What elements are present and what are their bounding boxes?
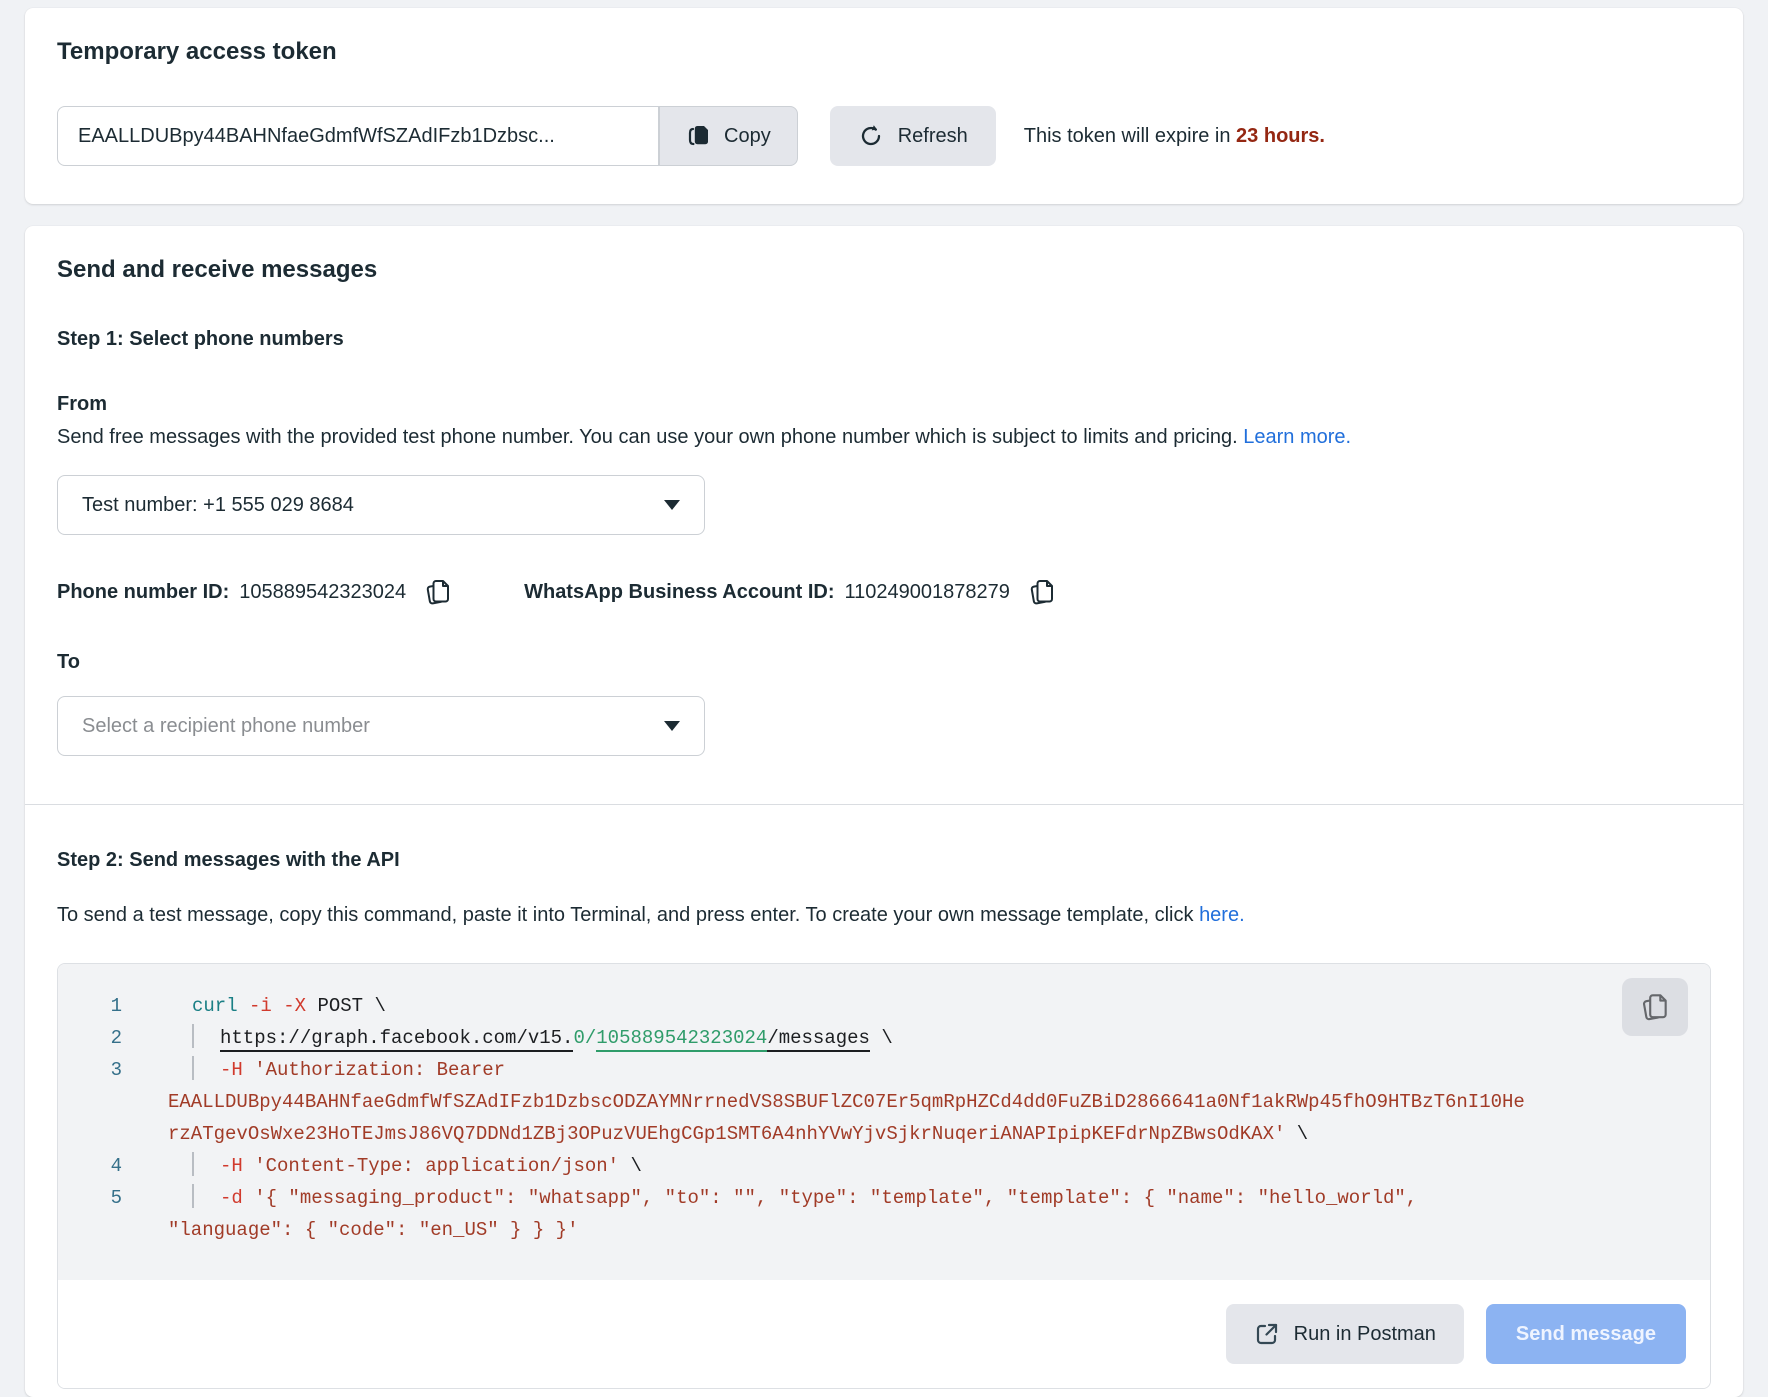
code-line-content: https://graph.facebook.com/v15.0/1058895… (168, 1022, 893, 1054)
code-line-content: -d '{ "messaging_product": "whatsapp", "… (168, 1182, 1417, 1214)
step1-heading: Step 1: Select phone numbers (57, 328, 1711, 351)
indent-guide (192, 1152, 194, 1176)
code-row: 2 https://graph.facebook.com/v15.0/105889… (86, 1022, 1684, 1054)
run-in-postman-label: Run in Postman (1294, 1323, 1436, 1346)
code-line-number: 4 (86, 1150, 122, 1182)
code-line-number: 5 (86, 1182, 122, 1214)
refresh-token-button[interactable]: Refresh (830, 106, 996, 166)
copy-waba-id-button[interactable] (1026, 575, 1058, 609)
step2-heading: Step 2: Send messages with the API (57, 849, 1711, 872)
chevron-down-icon (664, 500, 680, 510)
here-link[interactable]: here. (1199, 904, 1245, 926)
section-divider (25, 804, 1743, 805)
waba-id-label: WhatsApp Business Account ID: (524, 581, 834, 604)
copy-pages-icon (424, 577, 452, 607)
phone-number-id-item: Phone number ID: 105889542323024 (57, 575, 454, 609)
code-footer: Run in Postman Send message (58, 1280, 1710, 1388)
step2-description-text: To send a test message, copy this comman… (57, 904, 1199, 926)
copy-pages-icon (1028, 577, 1056, 607)
code-line-number (86, 1214, 122, 1246)
token-row: Copy Refresh This token will expire in 2… (57, 106, 1711, 166)
from-description: Send free messages with the provided tes… (57, 422, 1557, 453)
from-number-selected-value: Test number: +1 555 029 8684 (82, 494, 354, 517)
copy-token-button[interactable]: Copy (659, 106, 798, 166)
from-description-text: Send free messages with the provided tes… (57, 426, 1243, 448)
code-line-content: curl -i -X POST \ (168, 990, 386, 1022)
code-line-number: 1 (86, 990, 122, 1022)
code-line-content: EAALLDUBpy44BAHNfaeGdmfWfSZAdIFzb1DzbscO… (168, 1086, 1525, 1118)
token-input-group: Copy (57, 106, 798, 166)
curl-command-card: 1 curl -i -X POST \ 2 https://graph.faceboo… (57, 963, 1711, 1389)
temporary-access-token-card: Temporary access token Copy (25, 8, 1743, 204)
code-row: 4 -H 'Content-Type: application/json' \ (86, 1150, 1684, 1182)
expire-text-hours: 23 hours. (1236, 125, 1325, 147)
step2-description: To send a test message, copy this comman… (57, 900, 1557, 931)
copy-pages-icon (1640, 991, 1670, 1023)
code-row: 3 -H 'Authorization: Bearer (86, 1054, 1684, 1086)
code-lines: 1 curl -i -X POST \ 2 https://graph.faceboo… (86, 990, 1684, 1246)
code-row: 5 -d '{ "messaging_product": "whatsapp", … (86, 1182, 1684, 1214)
copy-button-label: Copy (724, 125, 771, 148)
indent-guide (192, 1024, 194, 1048)
from-label: From (57, 393, 1711, 416)
curl-code-block: 1 curl -i -X POST \ 2 https://graph.faceboo… (58, 964, 1710, 1280)
send-message-button[interactable]: Send message (1486, 1304, 1686, 1364)
refresh-icon (858, 123, 884, 149)
token-card-title: Temporary access token (57, 38, 1711, 66)
waba-id-item: WhatsApp Business Account ID: 1102490018… (524, 575, 1058, 609)
access-token-input[interactable] (57, 106, 659, 166)
code-row: "language": { "code": "en_US" } } }' (86, 1214, 1684, 1246)
code-line-number: 2 (86, 1022, 122, 1054)
refresh-button-label: Refresh (898, 125, 968, 148)
code-line-content: rzATgevOsWxe23HoTEJmsJ86VQ7DDNd1ZBj3OPuz… (168, 1118, 1308, 1150)
code-line-content: -H 'Authorization: Bearer (168, 1054, 505, 1086)
indent-guide (192, 1056, 194, 1080)
phone-number-id-value: 105889542323024 (239, 581, 406, 604)
token-expire-text: This token will expire in 23 hours. (1024, 125, 1325, 148)
code-line-content: "language": { "code": "en_US" } } }' (168, 1214, 578, 1246)
code-line-number: 3 (86, 1054, 122, 1086)
copy-phone-number-id-button[interactable] (422, 575, 454, 609)
learn-more-link[interactable]: Learn more. (1243, 426, 1351, 448)
send-receive-messages-card: Send and receive messages Step 1: Select… (25, 226, 1743, 1397)
code-line-content: -H 'Content-Type: application/json' \ (168, 1150, 642, 1182)
ids-row: Phone number ID: 105889542323024 WhatsAp… (57, 575, 1711, 609)
from-number-select[interactable]: Test number: +1 555 029 8684 (57, 475, 705, 535)
run-in-postman-button[interactable]: Run in Postman (1226, 1304, 1464, 1364)
waba-id-value: 110249001878279 (844, 581, 1009, 604)
code-line-number (86, 1118, 122, 1150)
code-row: EAALLDUBpy44BAHNfaeGdmfWfSZAdIFzb1DzbscO… (86, 1086, 1684, 1118)
code-line-number (86, 1086, 122, 1118)
to-number-placeholder: Select a recipient phone number (82, 715, 370, 738)
external-link-icon (1254, 1321, 1280, 1347)
indent-guide (192, 1184, 194, 1208)
code-row: 1 curl -i -X POST \ (86, 990, 1684, 1022)
copy-icon (686, 123, 710, 149)
to-label: To (57, 651, 1711, 674)
messages-card-title: Send and receive messages (57, 256, 1711, 284)
copy-code-button[interactable] (1622, 978, 1688, 1036)
code-row: rzATgevOsWxe23HoTEJmsJ86VQ7DDNd1ZBj3OPuz… (86, 1118, 1684, 1150)
chevron-down-icon (664, 721, 680, 731)
expire-text-prefix: This token will expire in (1024, 125, 1236, 147)
to-number-select[interactable]: Select a recipient phone number (57, 696, 705, 756)
phone-number-id-label: Phone number ID: (57, 581, 229, 604)
